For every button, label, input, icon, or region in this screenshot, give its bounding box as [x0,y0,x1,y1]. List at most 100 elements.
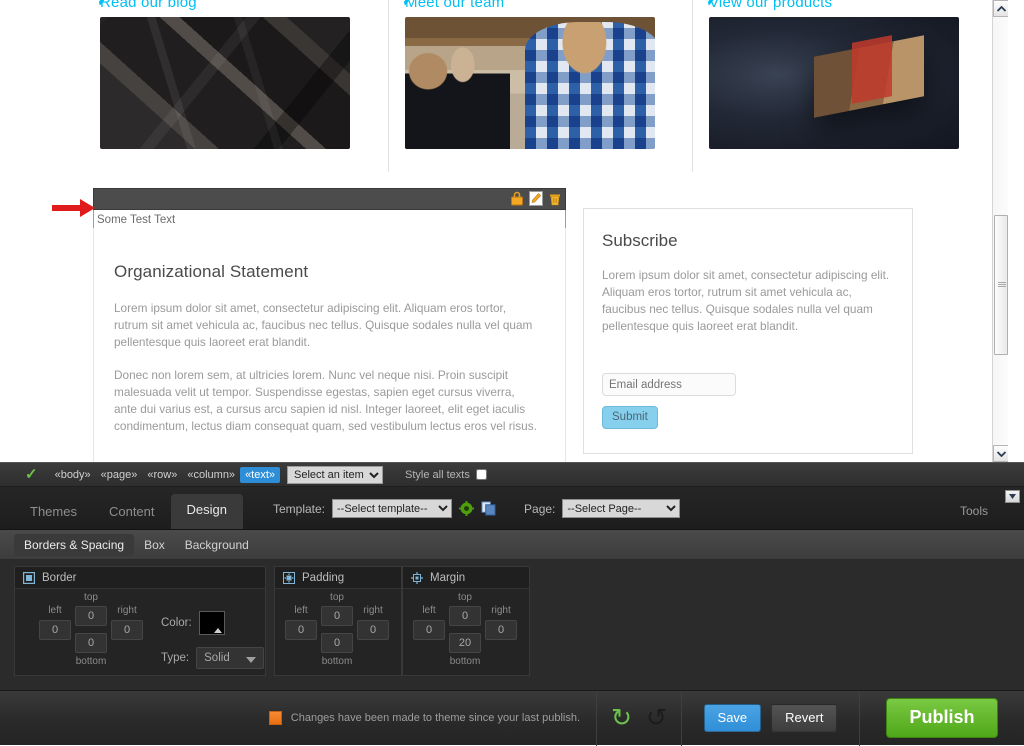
border-right-input[interactable]: 0 [111,620,143,640]
margin-top-input[interactable]: 0 [449,606,481,626]
border-bottom-label: bottom [75,656,107,667]
breadcrumb-body[interactable]: «body» [50,467,96,483]
collapse-icon[interactable] [1005,490,1020,503]
org-paragraph-1: Lorem ipsum dolor sit amet, consectetur … [114,301,533,349]
border-left-label: left [48,605,62,616]
tools-menu[interactable]: Tools [960,504,988,518]
subscribe-card[interactable]: Subscribe Lorem ipsum dolor sit amet, co… [583,208,913,454]
breadcrumb-bar: ✓ «body» «page» «row» «column» «text» Se… [0,462,1024,487]
edit-icon[interactable] [529,191,543,206]
border-panel-title: Border [42,571,77,584]
border-bottom-input[interactable]: 0 [75,633,107,653]
padding-left-input[interactable]: 0 [285,620,317,640]
padding-panel-title: Padding [302,571,345,584]
checkmark-icon: ✓ [25,466,38,483]
tab-themes[interactable]: Themes [14,496,93,529]
gear-icon[interactable] [459,501,475,516]
undo-redo-group: ↻ ↺ [597,691,681,746]
border-color-swatch[interactable] [198,611,225,635]
submit-button[interactable]: Submit [602,406,658,429]
status-text: Changes have been made to theme since yo… [290,712,580,724]
publish-group: Publish [860,691,1024,746]
promo-link-products[interactable]: View our products [693,0,970,17]
tab-design[interactable]: Design [170,494,243,529]
spacing-panels: Border left 0 top 0 0 bottom right 0 Col… [0,560,1024,680]
website-preview-canvas[interactable]: Read our blog Meet our team View our pro… [0,0,1008,462]
promo-column-blog[interactable]: Read our blog [84,0,362,172]
breadcrumb-page[interactable]: «page» [96,467,143,483]
padding-bottom-input[interactable]: 0 [321,633,353,653]
organizational-statement-card[interactable]: Organizational Statement Lorem ipsum dol… [93,228,566,462]
page-dropdown[interactable]: --Select Page-- [562,499,681,518]
red-arrow-annotation [52,199,95,217]
scroll-down-button[interactable] [993,445,1008,462]
promo-image-products[interactable] [709,17,959,149]
page-group: Page: --Select Page-- [524,499,681,518]
padding-left-label: left [294,605,308,616]
delete-icon[interactable] [548,191,562,206]
style-all-texts-checkbox[interactable] [475,469,487,480]
pencil-icon [707,0,714,6]
border-top-input[interactable]: 0 [75,606,107,626]
border-panel: Border left 0 top 0 0 bottom right 0 Col… [14,566,266,676]
border-type-dropdown[interactable]: Solid [196,647,265,669]
promo-column-team[interactable]: Meet our team [388,0,666,172]
editor-tab-bar: Themes Content Design Template: --Select… [0,487,1024,530]
breadcrumb-row[interactable]: «row» [142,467,182,483]
style-all-texts-label: Style all texts [405,468,470,481]
subtab-box[interactable]: Box [134,534,175,556]
undo-icon[interactable]: ↻ [611,705,632,731]
preview-scrollbar[interactable] [992,0,1008,462]
org-heading: Organizational Statement [114,262,309,281]
margin-bottom-label: bottom [449,656,481,667]
promo-image-team[interactable] [405,17,655,149]
promo-column-products[interactable]: View our products [692,0,970,172]
widget-toolbar [93,188,566,210]
border-left-input[interactable]: 0 [39,620,71,640]
scrollbar-track[interactable] [993,17,1008,445]
revert-button[interactable]: Revert [771,704,838,732]
subtab-borders-spacing[interactable]: Borders & Spacing [14,533,135,556]
publish-button[interactable]: Publish [886,698,998,738]
copy-icon[interactable] [481,501,496,516]
scrollbar-grip [998,282,1006,287]
scrollbar-thumb[interactable] [994,215,1008,355]
subtab-background[interactable]: Background [175,534,259,556]
save-button[interactable]: Save [703,704,762,732]
margin-panel-title: Margin [430,571,466,584]
margin-panel: Margin left 0 top 0 20 bottom right 0 [402,566,530,676]
margin-right-input[interactable]: 0 [485,620,517,640]
margin-left-label: left [422,605,436,616]
template-group: Template: --Select template-- [273,499,496,518]
breadcrumb-column[interactable]: «column» [182,467,240,483]
margin-bottom-input[interactable]: 20 [449,633,481,653]
padding-icon [283,571,295,584]
email-input[interactable] [602,373,736,396]
style-all-texts-control[interactable]: Style all texts [405,469,487,481]
template-dropdown[interactable]: --Select template-- [332,499,453,518]
margin-top-label: top [458,592,472,603]
tab-content[interactable]: Content [93,496,171,529]
chevron-down-icon [1009,494,1016,499]
promo-link-team[interactable]: Meet our team [389,0,666,17]
margin-left-input[interactable]: 0 [413,620,445,640]
breadcrumb-text[interactable]: «text» [240,466,281,483]
subscribe-heading: Subscribe [602,231,678,250]
scroll-up-button[interactable] [993,0,1008,17]
select-an-item-dropdown[interactable]: Select an item [287,465,384,484]
border-panel-header: Border [15,567,265,589]
padding-right-input[interactable]: 0 [357,620,389,640]
padding-right-label: right [363,605,383,616]
widget-text-input[interactable]: Some Test Text [93,210,566,229]
promo-link-blog[interactable]: Read our blog [84,0,362,17]
design-subtab-bar: Borders & Spacing Box Background [0,530,1024,560]
border-right-label: right [117,605,137,616]
lock-icon[interactable] [510,191,524,206]
border-panel-body: left 0 top 0 0 bottom right 0 Color: Typ… [15,589,265,676]
redo-icon[interactable]: ↺ [646,705,667,731]
margin-right-label: right [491,605,511,616]
chevron-down-icon [996,450,1006,457]
padding-top-input[interactable]: 0 [321,606,353,626]
selected-text-widget[interactable]: Some Test Text [93,188,566,229]
promo-image-blog[interactable] [100,17,350,149]
